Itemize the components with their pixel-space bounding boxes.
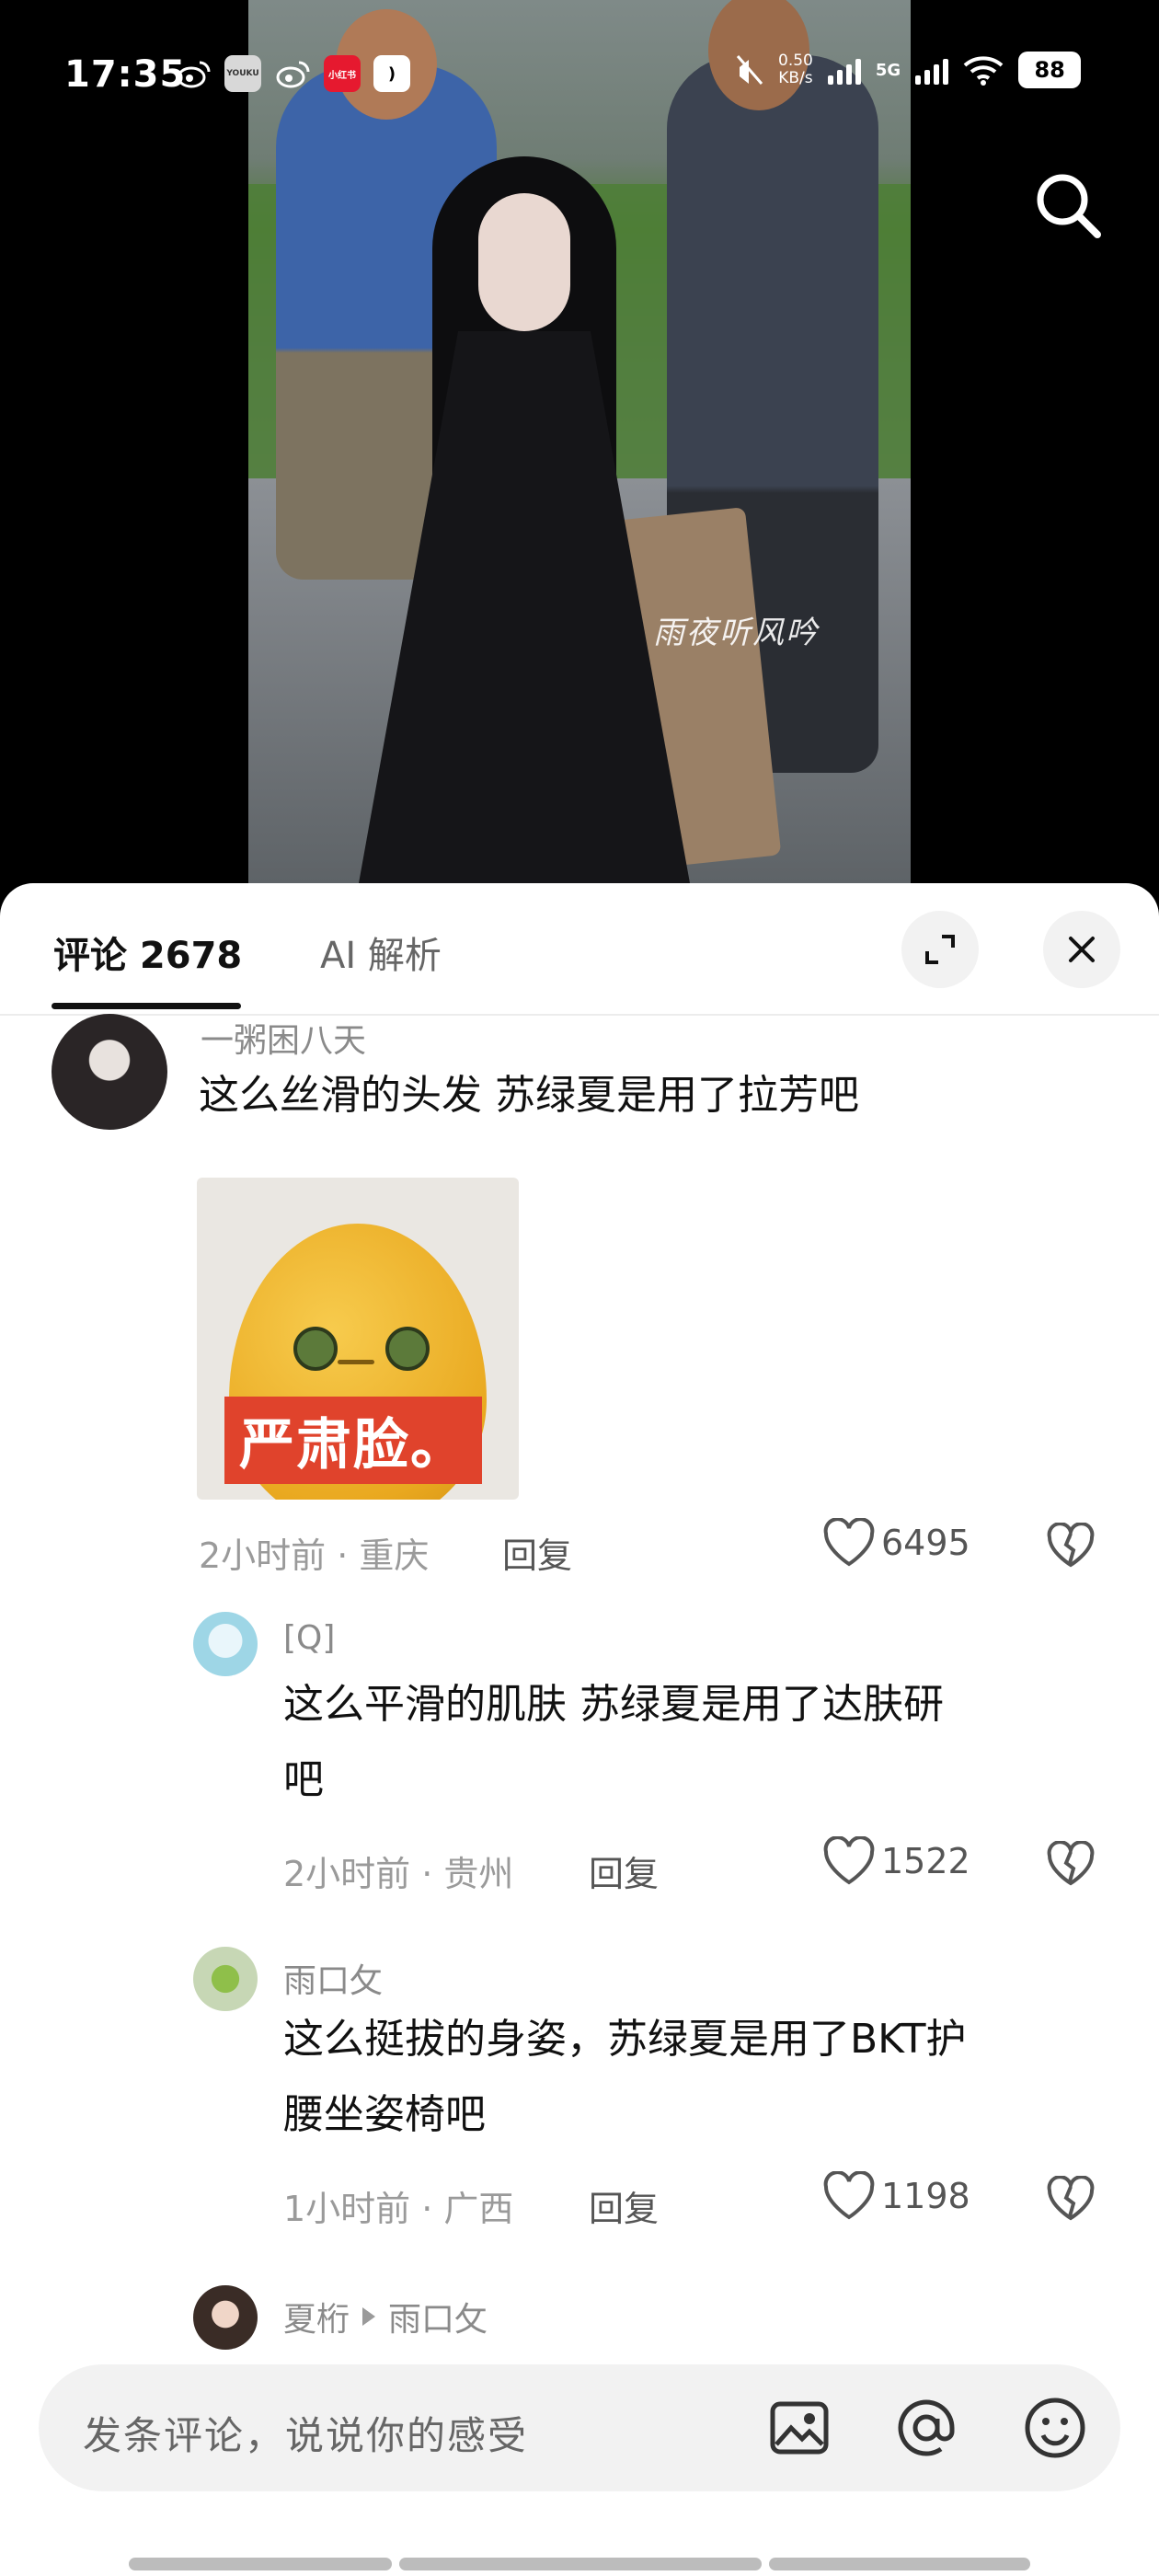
emoji-button[interactable]	[1019, 2392, 1091, 2464]
weibo-icon	[274, 55, 311, 92]
reply-button[interactable]: 回复	[589, 1846, 659, 1896]
broken-heart-icon	[1047, 2176, 1095, 2221]
comment-input-bar[interactable]: 发条评论，说说你的感受	[39, 2364, 1120, 2491]
expand-button[interactable]	[901, 911, 979, 988]
youku-icon: YOUKU	[224, 55, 261, 92]
close-icon	[1069, 937, 1095, 962]
sticker-caption: 严肃脸。	[224, 1397, 482, 1484]
active-tab-indicator	[52, 1003, 241, 1009]
avatar[interactable]	[193, 2285, 258, 2350]
status-indicators: 0.50 KB/s 5G 88	[736, 52, 1082, 88]
search-button[interactable]	[1028, 166, 1107, 245]
like-button[interactable]: 1522	[822, 1836, 970, 1886]
signal-bars-icon	[827, 55, 861, 85]
mute-icon	[736, 55, 763, 85]
video-woman-face	[478, 193, 570, 331]
heart-icon	[823, 2171, 875, 2220]
sticker-eye-left	[293, 1327, 338, 1371]
reply-button[interactable]: 回复	[502, 1527, 572, 1578]
comment-sticker-image[interactable]: 严肃脸。	[197, 1178, 519, 1500]
tab-ai-analysis[interactable]: AI 解析	[320, 926, 442, 979]
image-button[interactable]	[763, 2392, 835, 2464]
xiaohongshu-icon: 小红书	[324, 55, 361, 92]
like-count: 1198	[881, 2176, 970, 2216]
comment-username[interactable]: [Q]	[283, 1619, 335, 1657]
dislike-button[interactable]	[1043, 1518, 1098, 1573]
network-speed: 0.50 KB/s	[778, 52, 813, 87]
reply-arrow-icon	[362, 2307, 376, 2326]
weibo-icon	[175, 55, 212, 92]
avatar[interactable]	[52, 1014, 167, 1130]
comment-username[interactable]: 一粥困八天	[201, 1014, 366, 1062]
signal-bars-icon	[915, 55, 949, 85]
broken-heart-icon	[1047, 1523, 1095, 1568]
like-count: 1522	[881, 1841, 970, 1881]
comment-text-line-2: 腰坐姿椅吧	[283, 2091, 486, 2138]
broken-heart-icon	[1047, 1841, 1095, 1886]
avatar[interactable]	[193, 1612, 258, 1676]
heart-icon	[823, 1836, 875, 1885]
like-button[interactable]: 6495	[822, 1518, 970, 1568]
network-type: 5G	[875, 60, 901, 80]
reply-button[interactable]: 回复	[589, 2180, 659, 2231]
dislike-button[interactable]	[1043, 2171, 1098, 2226]
like-button[interactable]: 1198	[822, 2171, 970, 2221]
emoji-icon	[1025, 2398, 1085, 2458]
comment-time-location: 1小时前 · 广西	[283, 2189, 514, 2229]
app-icon: )	[373, 55, 410, 92]
comment-text-line-2: 吧	[283, 1756, 324, 1803]
image-icon	[770, 2401, 829, 2455]
comment-text: 这么丝滑的头发 苏绿夏是用了拉芳吧	[199, 1072, 859, 1119]
comment-input[interactable]: 发条评论，说说你的感受	[83, 2405, 528, 2461]
comment-tabs: 评论 2678 AI 解析	[0, 883, 1159, 1016]
tab-comments[interactable]: 评论 2678	[53, 926, 242, 979]
gesture-navigation-bar[interactable]	[129, 2558, 1030, 2570]
at-icon	[898, 2399, 955, 2456]
close-button[interactable]	[1043, 911, 1120, 988]
comment-username[interactable]: 雨口攵	[283, 1954, 383, 2002]
expand-icon	[925, 935, 955, 964]
heart-icon	[823, 1518, 875, 1567]
status-time: 17:35	[64, 53, 187, 96]
mention-button[interactable]	[890, 2392, 962, 2464]
like-count: 6495	[881, 1523, 970, 1563]
comment-text-line-1: 这么挺拔的身姿，苏绿夏是用了BKT护	[283, 2016, 967, 2063]
battery-indicator: 88	[1018, 52, 1082, 88]
avatar[interactable]	[193, 1947, 258, 2011]
wifi-icon	[963, 56, 1004, 86]
comment-text-line-1: 这么平滑的肌肤 苏绿夏是用了达肤研	[283, 1681, 944, 1728]
video-watermark: 雨夜听风吟	[653, 615, 819, 651]
dislike-button[interactable]	[1043, 1836, 1098, 1892]
comment-time-location: 2小时前 · 重庆	[199, 1535, 430, 1576]
comments-sheet: 评论 2678 AI 解析 一粥困八天 这么丝滑的头发 苏绿夏是用了拉芳吧 严肃…	[0, 883, 1159, 2576]
comment-time-location: 2小时前 · 贵州	[283, 1854, 514, 1894]
sticker-mouth	[338, 1360, 374, 1364]
notification-icons: YOUKU 小红书 )	[175, 55, 410, 92]
reply-target-username[interactable]: 雨口攵	[388, 2293, 488, 2340]
comment-username[interactable]: 夏桁	[283, 2293, 350, 2340]
status-bar: 17:35 YOUKU 小红书 ) 0.50 KB/s 5G 88	[0, 0, 1159, 156]
search-icon	[1037, 174, 1101, 238]
reply-header: 夏桁 雨口攵	[283, 2293, 488, 2340]
sticker-eye-right	[385, 1327, 430, 1371]
